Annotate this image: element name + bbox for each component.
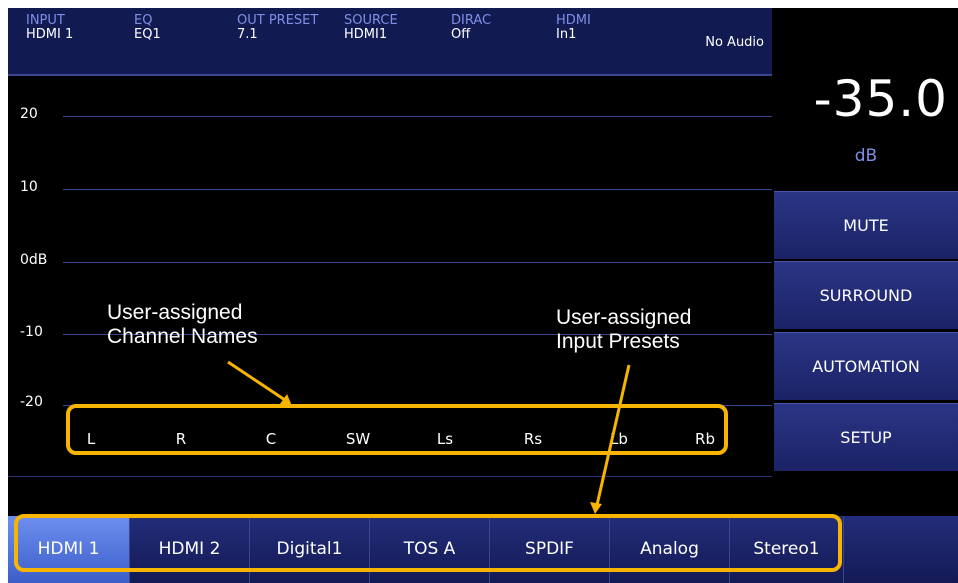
arrow-head-icon [590,502,602,514]
arrow-line [595,364,631,506]
arrow-line [227,360,286,402]
annotation-arrows [227,360,631,514]
arrow-head-icon [280,394,292,406]
